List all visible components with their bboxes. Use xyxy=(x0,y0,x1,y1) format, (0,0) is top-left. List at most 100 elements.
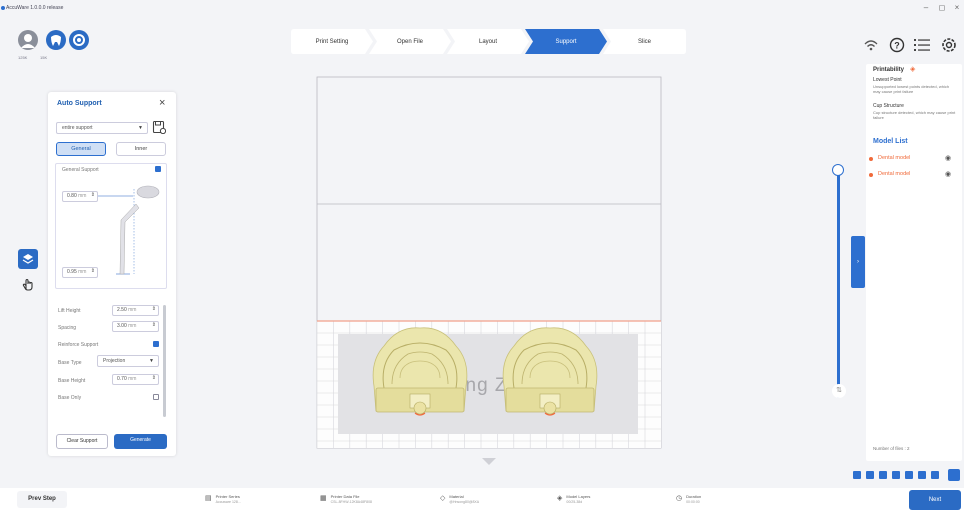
app-title: AccuWare 1.0.0.0 release xyxy=(6,5,64,11)
tooth-icon[interactable] xyxy=(46,30,66,50)
base-height-label: Base Height xyxy=(58,378,86,384)
base-type-value: Projection xyxy=(103,358,126,364)
step-label: Support xyxy=(555,38,577,45)
tab-general[interactable]: General xyxy=(56,142,106,156)
stepper-icon[interactable]: ⇕ xyxy=(152,374,156,383)
duration-info: ◷ Duration 00:00:00 xyxy=(676,494,701,504)
lift-height-field[interactable]: 2.50 mm ⇕ xyxy=(112,305,159,316)
panel-title: Auto Support xyxy=(57,100,102,107)
avatar[interactable] xyxy=(18,30,38,50)
tab-inner[interactable]: Inner xyxy=(116,142,166,156)
settings-icon[interactable] xyxy=(940,36,958,54)
next-button[interactable]: Next xyxy=(909,490,961,510)
close-window-button[interactable]: × xyxy=(951,3,963,12)
model-list-item[interactable]: Dental model ◉ xyxy=(869,155,959,165)
model-name: Dental model xyxy=(878,155,911,161)
tip-diameter-value: 0.80 xyxy=(67,193,77,199)
warning-dot-icon xyxy=(869,173,873,177)
info-title: Duration xyxy=(686,494,702,499)
stepper-icon[interactable]: ⇕ xyxy=(91,267,95,276)
view-left-icon[interactable] xyxy=(879,471,887,479)
3d-viewport[interactable]: Huahang Zhida xyxy=(316,76,662,449)
view-bottom-icon[interactable] xyxy=(918,471,926,479)
list-icon[interactable] xyxy=(913,36,931,54)
layer-slider-handle[interactable] xyxy=(832,164,844,176)
info-title: Material xyxy=(449,494,464,499)
printer-series-info: ▤ Printer Series Accuware 128... xyxy=(205,494,241,504)
app-logo-icon xyxy=(1,6,5,10)
stepper-icon[interactable]: ⇕ xyxy=(91,191,95,200)
lift-height-value: 2.50 xyxy=(117,307,127,313)
general-support-checkbox[interactable] xyxy=(155,166,161,172)
eye-icon[interactable]: ◉ xyxy=(945,170,951,178)
material-icon: ◇ xyxy=(440,495,446,502)
help-icon[interactable]: ? xyxy=(888,36,906,54)
model-list-item[interactable]: Dental model ◉ xyxy=(869,171,959,181)
step-print-setting[interactable]: Print Setting xyxy=(291,29,373,54)
base-height-field[interactable]: 0.70 mm ⇕ xyxy=(112,374,159,385)
auto-support-tool-button[interactable] xyxy=(18,249,38,269)
save-preset-icon[interactable] xyxy=(152,120,166,134)
info-title: Printer Series xyxy=(215,494,240,499)
cloud-icon[interactable] xyxy=(69,30,89,50)
base-diameter-field[interactable]: 0.95 mm ⇕ xyxy=(62,267,98,278)
prev-step-button[interactable]: Prev Step xyxy=(17,491,67,508)
info-panel xyxy=(866,64,962,461)
step-slice[interactable]: Slice xyxy=(603,29,686,54)
step-label: Print Setting xyxy=(315,38,349,45)
clear-support-button[interactable]: Clear Support xyxy=(56,434,108,449)
reinforce-support-label: Reinforce Support xyxy=(58,342,99,348)
manual-support-hand-icon[interactable] xyxy=(18,273,38,293)
info-value: @Hnsong80@8XA xyxy=(449,500,480,504)
step-layout[interactable]: Layout xyxy=(447,29,529,54)
base-type-select[interactable]: Projection ▼ xyxy=(97,355,159,367)
stepper-icon[interactable]: ⇕ xyxy=(152,305,156,314)
base-only-label: Base Only xyxy=(58,395,82,401)
step-support[interactable]: Support xyxy=(525,29,607,54)
step-open-file[interactable]: Open File xyxy=(369,29,451,54)
warning-dot-icon xyxy=(869,157,873,161)
step-label: Open File xyxy=(396,38,423,45)
base-type-label: Base Type xyxy=(58,360,82,366)
lift-height-label: Lift Height xyxy=(58,308,81,314)
view-top-icon[interactable] xyxy=(905,471,913,479)
unit-label: mm xyxy=(78,193,87,199)
expand-down-icon[interactable] xyxy=(482,458,496,465)
screenshot-icon[interactable] xyxy=(948,469,960,481)
generate-button[interactable]: Generate xyxy=(114,434,167,449)
layers-icon: ◈ xyxy=(557,495,563,502)
unit-label: mm xyxy=(78,269,87,275)
support-mode-select[interactable]: entire support ▼ xyxy=(56,122,148,134)
reinforce-support-checkbox[interactable] xyxy=(153,341,159,347)
support-mode-value: entire support xyxy=(62,125,93,131)
minimize-button[interactable]: – xyxy=(920,3,932,12)
svg-text:?: ? xyxy=(894,41,900,51)
base-only-checkbox[interactable] xyxy=(153,394,159,400)
number-of-files: Number of files : 2 xyxy=(873,446,910,451)
eye-icon[interactable]: ◉ xyxy=(945,154,951,162)
view-toolbar xyxy=(853,469,963,481)
view-back-icon[interactable] xyxy=(866,471,874,479)
model-layers-info: ◈ Model Layers 00/25-38d xyxy=(557,494,590,504)
wifi-icon[interactable] xyxy=(862,36,880,54)
view-front-icon[interactable] xyxy=(853,471,861,479)
maximize-button[interactable]: ◻ xyxy=(936,3,948,12)
panel-scrollbar[interactable] xyxy=(163,305,166,417)
layer-toggle-icon[interactable]: ⇅ xyxy=(832,384,846,398)
layer-slider-track[interactable] xyxy=(837,170,840,398)
lowest-point-text: Unsupported lowest points detected, whic… xyxy=(873,84,950,94)
printability-title: Printability xyxy=(873,67,905,73)
user-stat-1: 125K xyxy=(18,55,28,60)
info-value: CSL-8FHW-12K8A48F808 xyxy=(330,500,372,504)
cup-structure-text: Cup structure detected, which may cause … xyxy=(873,110,956,120)
spacing-field[interactable]: 3.00 mm ⇕ xyxy=(112,321,159,332)
stepper-icon[interactable]: ⇕ xyxy=(152,321,156,330)
view-right-icon[interactable] xyxy=(892,471,900,479)
tip-diameter-field[interactable]: 0.80 mm ⇕ xyxy=(62,191,98,202)
view-iso-icon[interactable] xyxy=(931,471,939,479)
model-list-title: Model List xyxy=(873,138,908,145)
model-name: Dental model xyxy=(878,171,911,177)
close-icon[interactable]: × xyxy=(159,97,165,109)
base-diameter-value: 0.95 xyxy=(67,269,77,275)
collapse-panel-button[interactable]: › xyxy=(851,236,865,288)
